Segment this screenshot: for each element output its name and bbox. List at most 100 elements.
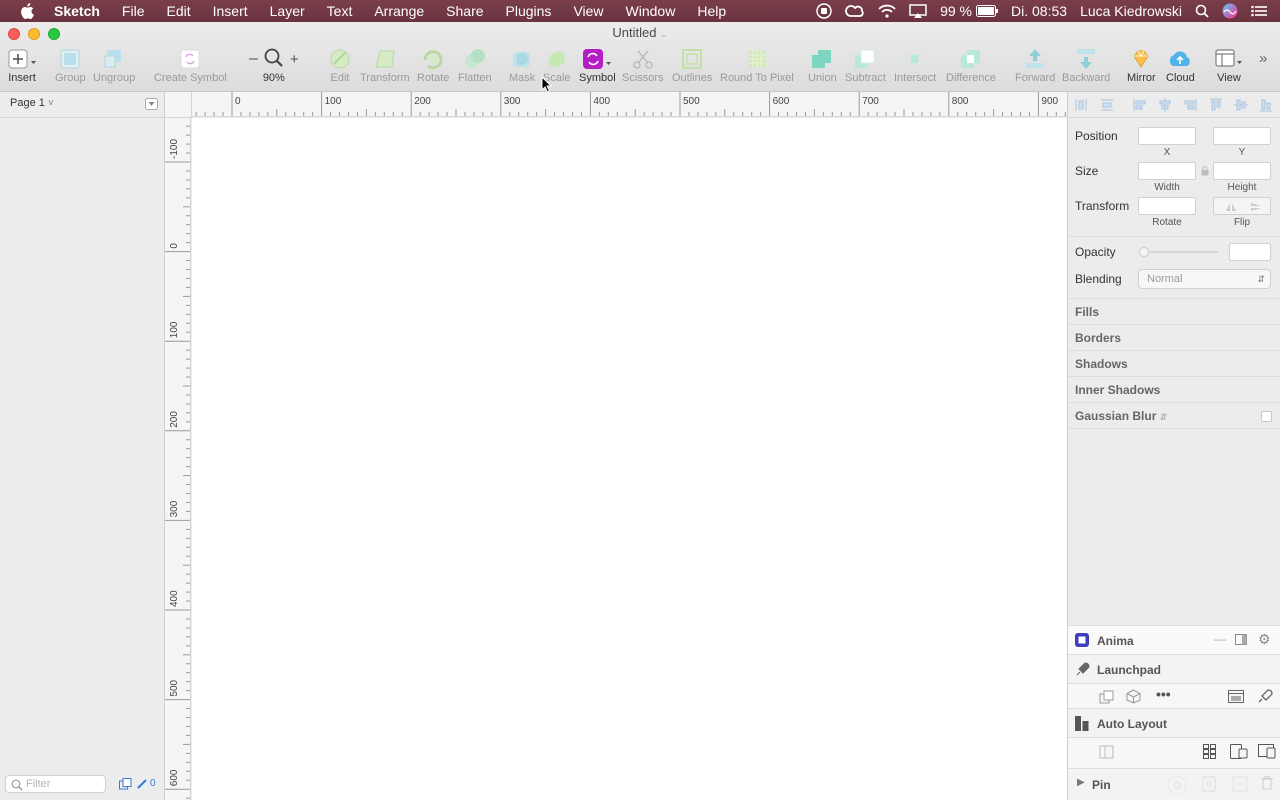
zoom-level[interactable]: 90%	[263, 72, 285, 84]
gaussian-blur-checkbox[interactable]	[1261, 411, 1272, 422]
view-button[interactable]: View	[1214, 48, 1244, 84]
symbol-filter-icon[interactable]	[119, 778, 132, 793]
width-input[interactable]	[1138, 162, 1196, 180]
more-options-icon[interactable]: •••	[1156, 686, 1171, 702]
group-button[interactable]: Group	[55, 48, 86, 84]
wifi-icon[interactable]	[878, 4, 896, 18]
menu-view[interactable]: View	[562, 0, 614, 22]
menu-app-sketch[interactable]: Sketch	[54, 0, 111, 22]
browser-window-icon[interactable]	[1228, 690, 1244, 706]
menu-insert[interactable]: Insert	[202, 0, 259, 22]
align-right-icon	[1184, 99, 1197, 111]
outlines-button[interactable]: Outlines	[672, 48, 712, 84]
transform-label: Transform	[1075, 199, 1130, 213]
minimize-panel-icon[interactable]: —	[1214, 632, 1226, 646]
flip-buttons[interactable]	[1213, 197, 1271, 215]
shadows-section[interactable]: Shadows	[1075, 357, 1128, 371]
position-y-input[interactable]	[1213, 127, 1271, 145]
menu-plugins[interactable]: Plugins	[495, 0, 563, 22]
mask-button[interactable]: Mask	[509, 48, 535, 84]
borders-section[interactable]: Borders	[1075, 331, 1121, 345]
symbol-button[interactable]: Symbol	[579, 48, 616, 84]
vertical-ruler[interactable]: -100 0 100 200 300 400 500 600	[165, 117, 191, 800]
trash-icon[interactable]	[1261, 776, 1273, 793]
group-icon	[59, 48, 81, 70]
edit-filter-icon[interactable]	[136, 778, 148, 793]
battery-icon[interactable]	[976, 5, 999, 17]
rotate-input[interactable]	[1138, 197, 1196, 215]
blending-select[interactable]: Normal ⇵	[1138, 269, 1271, 289]
document-title[interactable]: Untitled ⌄	[0, 25, 1280, 40]
menu-share[interactable]: Share	[435, 0, 494, 22]
menu-window[interactable]: Window	[615, 0, 687, 22]
zoom-magnifier-icon[interactable]	[264, 48, 284, 71]
difference-button[interactable]: Difference	[946, 48, 996, 84]
create-symbol-button[interactable]: Create Symbol	[154, 48, 227, 84]
pin-width-icon[interactable]	[1232, 776, 1248, 795]
menu-help[interactable]: Help	[686, 0, 737, 22]
scissors-button[interactable]: Scissors	[622, 48, 664, 84]
edit-button[interactable]: Edit	[329, 48, 351, 84]
zoom-out-icon[interactable]: –	[249, 50, 258, 68]
notification-center-icon[interactable]	[1251, 5, 1267, 17]
horizontal-ruler[interactable]: 0 100 200 300 400 500 600 700 800 900	[165, 92, 1067, 117]
stack-icon[interactable]	[1099, 745, 1114, 762]
menu-arrange[interactable]: Arrange	[363, 0, 435, 22]
height-input[interactable]	[1213, 162, 1271, 180]
canvas[interactable]	[192, 118, 1067, 800]
flatten-button[interactable]: Flatten	[458, 48, 492, 84]
intersect-button[interactable]: Intersect	[894, 48, 936, 84]
position-x-input[interactable]	[1138, 127, 1196, 145]
ungroup-button[interactable]: Ungroup	[93, 48, 135, 84]
transform-button[interactable]: Transform	[360, 48, 410, 84]
layers-duplicate-icon[interactable]	[1099, 690, 1114, 707]
opacity-input[interactable]	[1229, 243, 1271, 261]
toolbar-overflow-button[interactable]: »	[1259, 50, 1267, 67]
apple-menu-icon[interactable]	[0, 3, 54, 19]
menu-layer[interactable]: Layer	[259, 0, 316, 22]
spotlight-search-icon[interactable]	[1195, 4, 1209, 18]
union-button[interactable]: Union	[808, 48, 837, 84]
lock-icon[interactable]	[1201, 165, 1209, 179]
clock[interactable]: Di. 08:53	[1011, 3, 1067, 19]
zoom-in-icon[interactable]: +	[290, 51, 299, 68]
menu-text[interactable]: Text	[316, 0, 364, 22]
grid-icon[interactable]	[1203, 744, 1216, 762]
screen-record-icon[interactable]	[816, 3, 832, 19]
pin-center-icon[interactable]	[1202, 776, 1216, 795]
creative-cloud-icon[interactable]	[845, 4, 865, 18]
layer-filter-input[interactable]: Filter	[5, 775, 106, 793]
flip-horizontal-icon[interactable]	[1225, 201, 1237, 215]
insert-button[interactable]: Insert	[7, 48, 37, 84]
forward-button[interactable]: Forward	[1015, 48, 1055, 84]
cube-icon[interactable]	[1126, 689, 1141, 707]
round-to-pixel-button[interactable]: Round To Pixel	[720, 48, 794, 84]
settings-gear-icon[interactable]: ⚙	[1258, 631, 1271, 648]
rotate-button[interactable]: Rotate	[417, 48, 449, 84]
responsive-icon[interactable]	[1258, 744, 1276, 762]
airplay-icon[interactable]	[909, 4, 927, 18]
siri-icon[interactable]	[1222, 3, 1238, 19]
menu-file[interactable]: File	[111, 0, 156, 22]
launch-rocket-icon[interactable]	[1257, 689, 1273, 707]
menu-edit[interactable]: Edit	[155, 0, 201, 22]
disclosure-triangle-icon[interactable]: ▶	[1077, 777, 1085, 788]
page-selector[interactable]: Page 1 ˅	[10, 97, 54, 109]
opacity-slider-knob[interactable]	[1139, 247, 1149, 257]
pin-row[interactable]: ▶ Pin	[1068, 768, 1280, 800]
flip-vertical-icon[interactable]	[1250, 201, 1262, 215]
cloud-button[interactable]: Cloud	[1166, 48, 1195, 84]
gaussian-blur-section[interactable]: Gaussian Blur ⇵	[1075, 409, 1167, 423]
device-preview-icon[interactable]	[1230, 744, 1248, 762]
opacity-slider-track[interactable]	[1140, 251, 1218, 253]
sidebar-toggle-icon[interactable]	[1235, 634, 1247, 648]
user-name[interactable]: Luca Kiedrowski	[1080, 3, 1182, 19]
page-name[interactable]: Page 1	[10, 97, 45, 109]
pin-constraints-icon[interactable]	[1164, 774, 1190, 799]
inner-shadows-section[interactable]: Inner Shadows	[1075, 383, 1160, 397]
subtract-button[interactable]: Subtract	[845, 48, 886, 84]
page-list-toggle-icon[interactable]	[145, 98, 158, 113]
backward-button[interactable]: Backward	[1062, 48, 1110, 84]
fills-section[interactable]: Fills	[1075, 305, 1099, 319]
mirror-button[interactable]: Mirror	[1127, 48, 1156, 84]
